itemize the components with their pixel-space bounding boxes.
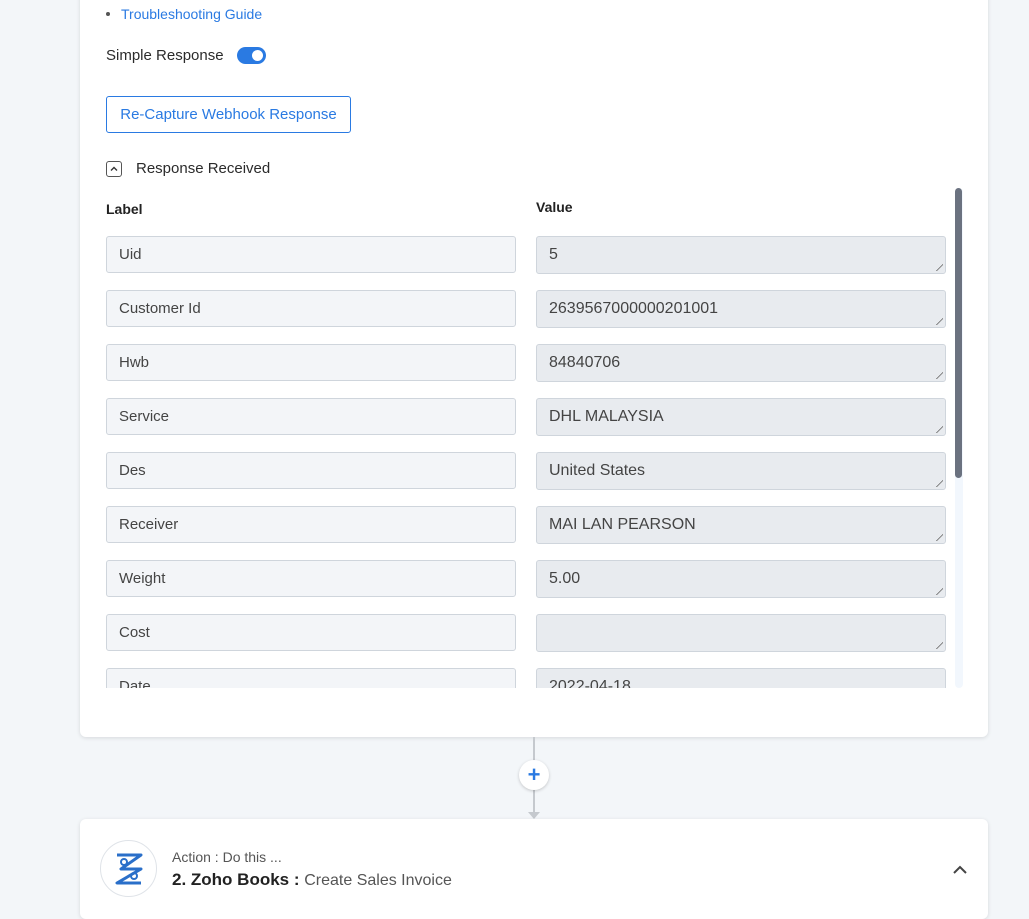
field-value[interactable]: 5 (536, 236, 946, 274)
field-value-text: United States (549, 462, 646, 479)
troubleshooting-guide-item: Troubleshooting Guide (106, 6, 262, 22)
field-row: Customer Id 2639567000000201001 (106, 282, 946, 328)
simple-response-label: Simple Response (106, 47, 224, 64)
field-value[interactable]: 5.00 (536, 560, 946, 598)
field-row: Weight 5.00 (106, 552, 946, 598)
toggle-knob (251, 50, 263, 61)
field-value-text: DHL MALAYSIA (549, 408, 664, 425)
field-row: Hwb 84840706 (106, 336, 946, 382)
field-label[interactable]: Receiver (106, 506, 516, 543)
field-label[interactable]: Customer Id (106, 290, 516, 327)
field-row: Uid 5 (106, 228, 946, 274)
field-value-text: 2639567000000201001 (549, 300, 719, 317)
field-row: Receiver MAI LAN PEARSON (106, 498, 946, 544)
response-fields-list[interactable]: Uid 5 Customer Id 2639567000000201001 Hw… (106, 228, 964, 688)
field-row: Date 2022-04-18 (106, 660, 946, 688)
field-label[interactable]: Uid (106, 236, 516, 273)
chevron-up-icon[interactable] (950, 860, 970, 880)
resize-grip-icon[interactable] (935, 371, 943, 379)
scrollbar-thumb[interactable] (955, 188, 962, 478)
field-label[interactable]: Cost (106, 614, 516, 651)
value-column-header: Value (536, 199, 573, 215)
field-value-text: MAI LAN PEARSON (549, 516, 696, 533)
action-subtitle: Action : Do this ... (172, 849, 282, 865)
add-step-button[interactable]: + (519, 760, 549, 790)
field-label[interactable]: Hwb (106, 344, 516, 381)
field-value-text: 84840706 (549, 354, 621, 371)
resize-grip-icon[interactable] (935, 317, 943, 325)
field-label[interactable]: Service (106, 398, 516, 435)
field-row: Des United States (106, 444, 946, 490)
resize-grip-icon[interactable] (935, 641, 943, 649)
plus-icon: + (527, 762, 541, 787)
arrow-down-icon (528, 812, 540, 819)
action-step-card[interactable] (80, 819, 988, 919)
field-value[interactable]: 2022-04-18 (536, 668, 946, 688)
connector-line-bottom (533, 789, 535, 813)
field-value-text: 5 (549, 246, 558, 263)
action-event-name: Create Sales Invoice (304, 872, 452, 889)
label-column-header: Label (106, 201, 143, 217)
field-value[interactable]: MAI LAN PEARSON (536, 506, 946, 544)
field-value[interactable]: 84840706 (536, 344, 946, 382)
zoho-books-logo (100, 840, 157, 897)
resize-grip-icon[interactable] (935, 425, 943, 433)
response-received-title: Response Received (136, 160, 271, 177)
field-value[interactable] (536, 614, 946, 652)
field-label[interactable]: Weight (106, 560, 516, 597)
resize-grip-icon[interactable] (935, 479, 943, 487)
resize-grip-icon[interactable] (935, 533, 943, 541)
field-value-text: 2022-04-18 (549, 678, 631, 688)
field-row: Cost (106, 606, 946, 652)
simple-response-row: Simple Response (106, 47, 266, 64)
bullet-dot (106, 12, 110, 16)
field-row: Service DHL MALAYSIA (106, 390, 946, 436)
field-value[interactable]: DHL MALAYSIA (536, 398, 946, 436)
action-title: 2. Zoho Books : Create Sales Invoice (172, 870, 452, 890)
field-value[interactable]: 2639567000000201001 (536, 290, 946, 328)
collapse-toggle-icon[interactable] (106, 160, 122, 177)
simple-response-toggle[interactable] (236, 47, 266, 64)
field-value[interactable]: United States (536, 452, 946, 490)
response-received-header[interactable]: Response Received (106, 160, 270, 177)
resize-grip-icon[interactable] (935, 587, 943, 595)
connector-line-top (533, 737, 535, 761)
field-value-text: 5.00 (549, 570, 581, 587)
recapture-webhook-button[interactable]: Re-Capture Webhook Response (106, 96, 351, 133)
troubleshooting-guide-link[interactable]: Troubleshooting Guide (121, 6, 262, 22)
action-app-name: 2. Zoho Books : (172, 870, 300, 889)
field-label[interactable]: Des (106, 452, 516, 489)
resize-grip-icon[interactable] (935, 263, 943, 271)
field-label[interactable]: Date (106, 668, 516, 688)
